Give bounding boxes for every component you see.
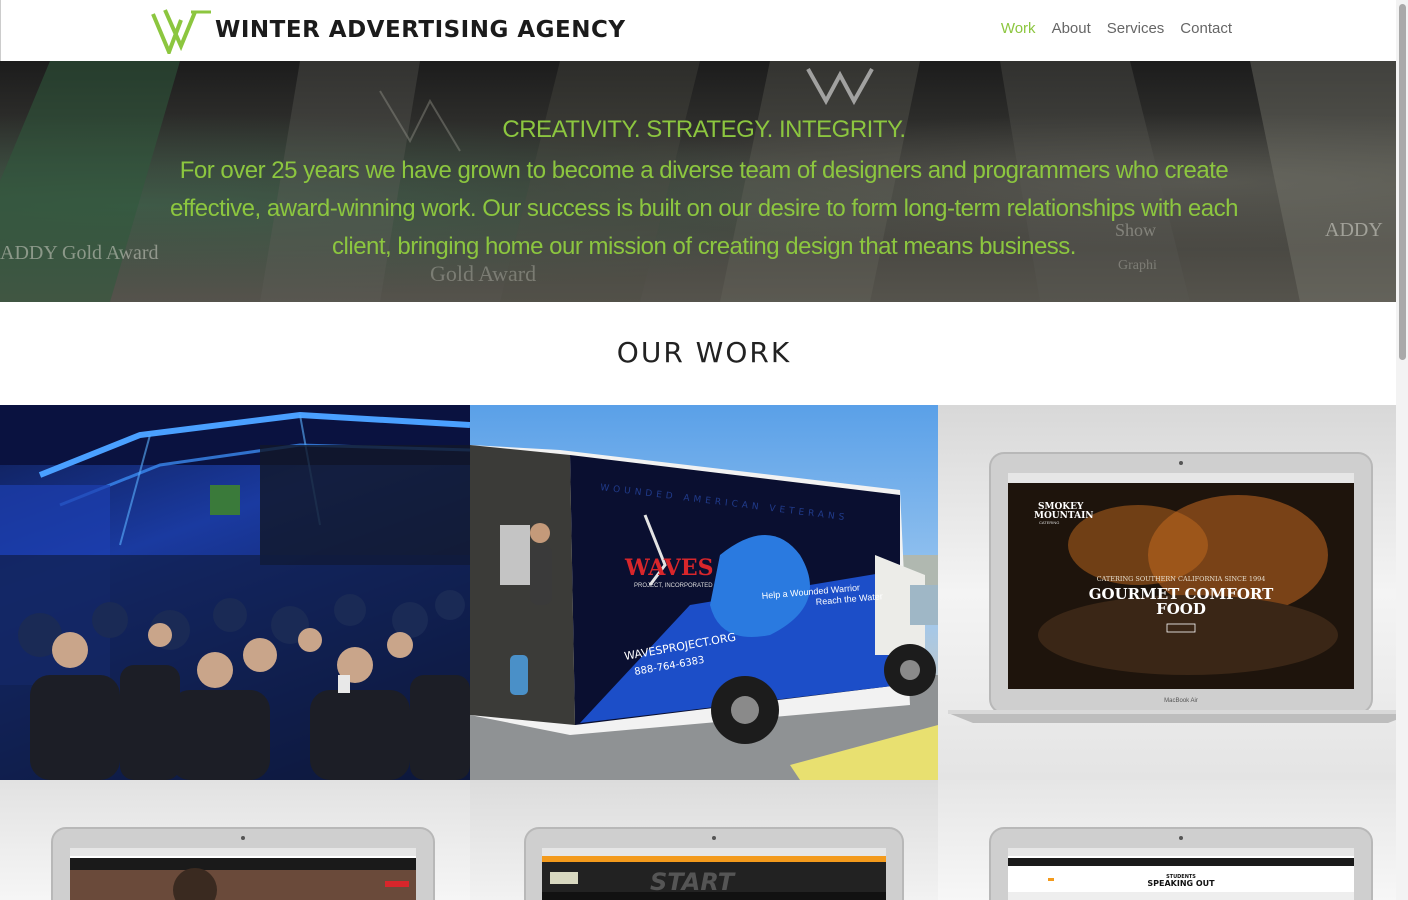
laptop-mockup-1 <box>51 827 435 900</box>
laptop3-logo-2: SPEAKING OUT <box>1147 879 1215 888</box>
page-scrollbar[interactable] <box>1396 0 1408 900</box>
hero-tagline: CREATIVITY. STRATEGY. INTEGRITY. <box>502 116 906 143</box>
conference-photo <box>0 405 470 780</box>
site-logo[interactable]: WINTER ADVERTISING AGENCY <box>151 6 626 54</box>
laptop2-hero-text: START <box>650 868 736 896</box>
work-tile-laptop-1[interactable] <box>0 780 470 900</box>
w-logo-icon <box>151 9 211 54</box>
hero-content: CREATIVITY. STRATEGY. INTEGRITY. For ove… <box>0 116 1408 266</box>
smokey-headline-2: FOOD <box>1156 600 1206 618</box>
nav-item-contact[interactable]: Contact <box>1180 20 1232 37</box>
smokey-mountain-laptop-mockup: SMOKEY MOUNTAIN CATERING CATERING SOUTHE… <box>948 452 1408 723</box>
work-tile-conference[interactable] <box>0 405 470 780</box>
waves-brand-sub: PROJECT, INCORPORATED <box>634 583 713 589</box>
site-header: WINTER ADVERTISING AGENCY Work About Ser… <box>0 0 1408 61</box>
nav-item-work[interactable]: Work <box>1001 20 1036 37</box>
hero-banner: ADDY Gold Award Gold Award ADDY Show Gra… <box>0 61 1408 302</box>
smokey-logo-3: CATERING <box>1039 520 1059 525</box>
work-tile-waves-truck[interactable]: WAVES PROJECT, INCORPORATED Help a Wound… <box>470 405 938 780</box>
our-work-heading: OUR WORK <box>616 336 792 369</box>
scrollbar-thumb[interactable] <box>1399 4 1406 360</box>
nav-item-about[interactable]: About <box>1052 20 1091 37</box>
main-nav: Work About Services Contact <box>1001 20 1232 37</box>
work-tile-laptop-2[interactable]: START <box>470 780 938 900</box>
laptop-mockup-2: START <box>524 827 904 900</box>
work-tile-smokey-mountain[interactable]: SMOKEY MOUNTAIN CATERING CATERING SOUTHE… <box>938 405 1408 780</box>
nav-item-services[interactable]: Services <box>1107 20 1165 37</box>
smokey-kicker: CATERING SOUTHERN CALIFORNIA SINCE 1994 <box>1097 575 1266 583</box>
work-tile-laptop-3[interactable]: STUDENTS SPEAKING OUT <box>938 780 1408 900</box>
waves-brand: WAVES <box>624 555 714 581</box>
laptop-mockup-3: STUDENTS SPEAKING OUT <box>989 827 1373 900</box>
hero-paragraph: For over 25 years we have grown to becom… <box>170 157 1238 260</box>
laptop-model-label: MacBook Air <box>1164 698 1198 704</box>
brand-name: WINTER ADVERTISING AGENCY <box>215 17 626 43</box>
waves-truck-photo: WAVES PROJECT, INCORPORATED Help a Wound… <box>470 445 938 780</box>
